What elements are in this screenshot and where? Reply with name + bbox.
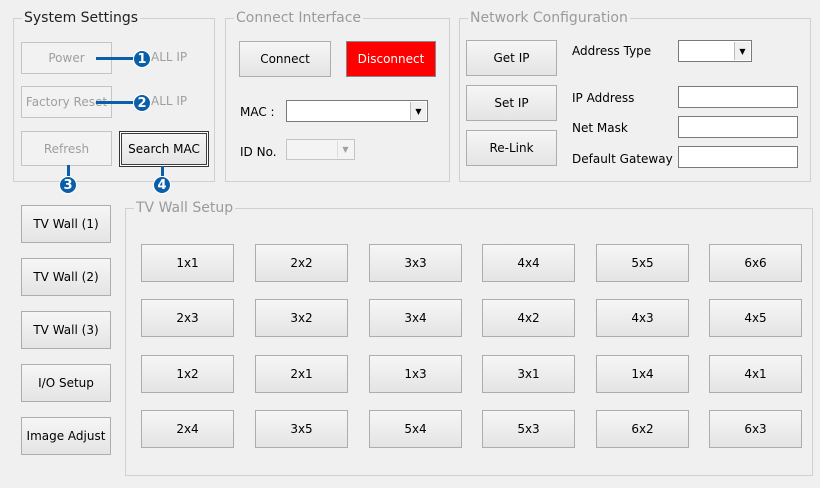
disconnect-button[interactable]: Disconnect [346, 41, 436, 77]
get-ip-button[interactable]: Get IP [466, 40, 557, 76]
layout-button[interactable]: 1x3 [369, 355, 462, 393]
mac-label: MAC : [240, 105, 275, 119]
default-gateway-field[interactable] [678, 146, 798, 168]
tv-wall-3-button[interactable]: TV Wall (3) [21, 311, 111, 349]
set-ip-button[interactable]: Set IP [466, 85, 557, 121]
connect-interface-legend: Connect Interface [234, 9, 364, 27]
callout-3-badge: 3 [59, 176, 77, 194]
layout-button[interactable]: 5x3 [482, 410, 575, 448]
relink-button[interactable]: Re-Link [466, 130, 557, 166]
layout-button[interactable]: 4x3 [596, 299, 689, 337]
layout-button[interactable]: 3x4 [369, 299, 462, 337]
layout-button[interactable]: 3x1 [482, 355, 575, 393]
layout-button[interactable]: 1x4 [596, 355, 689, 393]
net-mask-field[interactable] [678, 116, 798, 138]
image-adjust-button[interactable]: Image Adjust [21, 417, 111, 455]
callout-2-line [96, 101, 136, 104]
layout-button[interactable]: 4x5 [709, 299, 802, 337]
default-gateway-label: Default Gateway [572, 152, 673, 166]
net-mask-label: Net Mask [572, 121, 628, 135]
layout-button[interactable]: 3x3 [369, 244, 462, 282]
layout-button[interactable]: 2x1 [255, 355, 348, 393]
layout-button[interactable]: 6x6 [709, 244, 802, 282]
layout-button[interactable]: 3x5 [255, 410, 348, 448]
chevron-down-icon[interactable]: ▼ [337, 141, 353, 158]
system-settings-legend: System Settings [22, 9, 141, 27]
layout-button[interactable]: 1x2 [141, 355, 234, 393]
layout-button[interactable]: 5x4 [369, 410, 462, 448]
tv-wall-1-button[interactable]: TV Wall (1) [21, 205, 111, 243]
layout-button[interactable]: 6x2 [596, 410, 689, 448]
layout-button[interactable]: 4x1 [709, 355, 802, 393]
chevron-down-icon[interactable]: ▼ [410, 102, 426, 120]
search-mac-button[interactable]: Search MAC [119, 131, 209, 167]
power-note: ALL IP [151, 50, 188, 64]
chevron-down-icon[interactable]: ▼ [734, 42, 750, 60]
callout-1-badge: 1 [133, 50, 151, 68]
layout-button[interactable]: 4x4 [482, 244, 575, 282]
layout-button[interactable]: 3x2 [255, 299, 348, 337]
layout-button[interactable]: 5x5 [596, 244, 689, 282]
factory-reset-note: ALL IP [151, 94, 188, 108]
layout-button[interactable]: 2x4 [141, 410, 234, 448]
layout-button[interactable]: 6x3 [709, 410, 802, 448]
id-no-select[interactable]: ▼ [286, 139, 355, 160]
callout-4-badge: 4 [153, 176, 171, 194]
address-type-label: Address Type [572, 44, 652, 58]
tv-wall-setup-legend: TV Wall Setup [134, 199, 236, 217]
id-no-label: ID No. [240, 145, 277, 159]
layout-button[interactable]: 4x2 [482, 299, 575, 337]
layout-button[interactable]: 2x3 [141, 299, 234, 337]
io-setup-button[interactable]: I/O Setup [21, 364, 111, 402]
ip-address-field[interactable] [678, 86, 798, 108]
tv-wall-2-button[interactable]: TV Wall (2) [21, 258, 111, 296]
refresh-button[interactable]: Refresh [21, 131, 112, 166]
connect-button[interactable]: Connect [239, 41, 331, 77]
layout-button[interactable]: 2x2 [255, 244, 348, 282]
network-configuration-legend: Network Configuration [468, 9, 630, 27]
callout-2-badge: 2 [133, 94, 151, 112]
address-type-select[interactable]: ▼ [678, 40, 752, 62]
ip-address-label: IP Address [572, 91, 635, 105]
mac-select[interactable]: ▼ [286, 100, 428, 122]
layout-button[interactable]: 1x1 [141, 244, 234, 282]
callout-1-line [96, 57, 136, 60]
